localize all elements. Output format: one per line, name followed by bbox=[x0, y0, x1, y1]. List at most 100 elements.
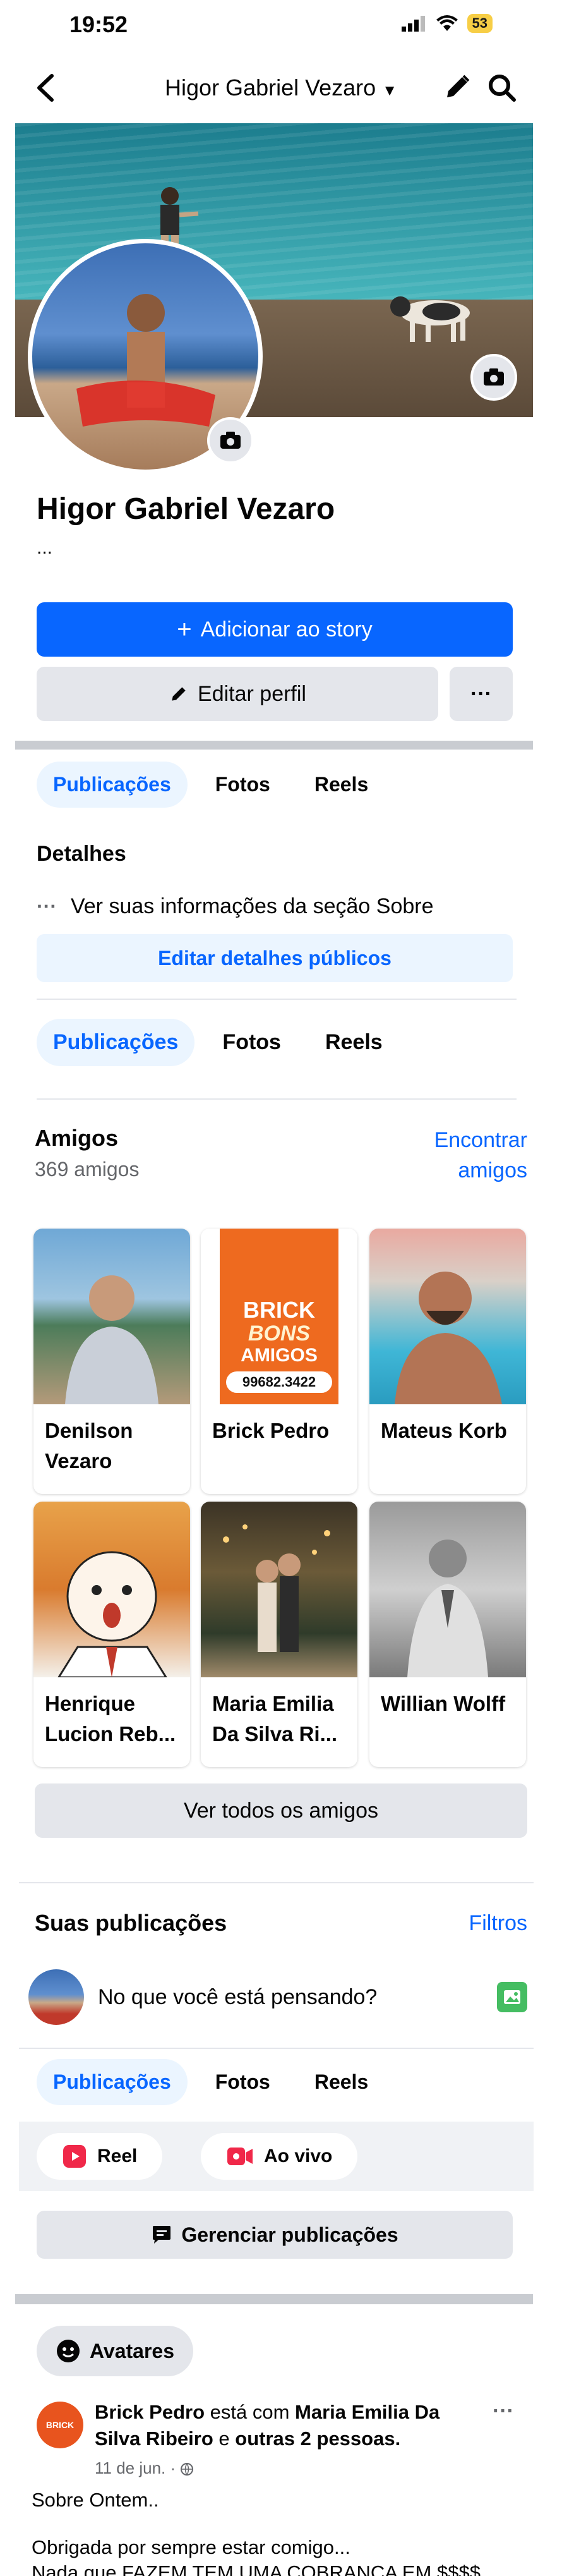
signal-icon bbox=[401, 16, 425, 32]
avatar-camera-button[interactable] bbox=[207, 417, 254, 464]
camera-icon bbox=[220, 432, 241, 449]
live-video-icon bbox=[227, 2148, 253, 2165]
friend-photo bbox=[369, 1502, 526, 1677]
post-text-line3: Nada que FAZEM TEM UMA COBRANCA EM $$$$ … bbox=[32, 2561, 497, 2576]
tab-publicacoes[interactable]: Publicações bbox=[37, 2059, 188, 2105]
section-divider bbox=[15, 741, 533, 750]
more-options-button[interactable]: ··· bbox=[450, 667, 513, 721]
chat-lines-icon bbox=[153, 2226, 171, 2244]
find-friends-line2: amigos bbox=[458, 1158, 527, 1182]
friend-card[interactable]: Denilson Vezaro bbox=[33, 1229, 190, 1494]
create-chip-bar: Reel Ao vivo bbox=[19, 2122, 534, 2191]
friend-name: Mateus Korb bbox=[381, 1419, 507, 1442]
friend-name: Brick Pedro bbox=[212, 1419, 330, 1442]
edit-profile-label: Editar perfil bbox=[198, 681, 306, 706]
edit-pencil-button[interactable] bbox=[442, 72, 472, 106]
reel-label: Reel bbox=[97, 2146, 138, 2166]
search-button[interactable] bbox=[486, 72, 518, 107]
post-meta: 11 de jun. · bbox=[95, 2458, 194, 2478]
post-text-line2: Obrigada por sempre estar comigo... bbox=[32, 2536, 350, 2558]
edit-public-details-button[interactable]: Editar detalhes públicos bbox=[37, 934, 513, 982]
friend-card[interactable]: Willian Wolff bbox=[369, 1502, 526, 1767]
anime-figure bbox=[57, 1551, 168, 1679]
caret-down-icon: ▼ bbox=[382, 82, 397, 99]
brick-logo-line3: AMIGOS bbox=[241, 1345, 318, 1366]
tab-reels[interactable]: Reels bbox=[309, 1019, 399, 1066]
brick-logo: BRICK BONS AMIGOS 99682.3422 bbox=[220, 1229, 338, 1404]
post-date: 11 de jun. · bbox=[95, 2458, 176, 2477]
tab-reels[interactable]: Reels bbox=[298, 2059, 385, 2105]
live-chip[interactable]: Ao vivo bbox=[201, 2133, 358, 2180]
avatar bbox=[28, 1969, 84, 2025]
tab-publicacoes[interactable]: Publicações bbox=[37, 1019, 195, 1066]
person-figure bbox=[407, 1540, 488, 1677]
friend-photo bbox=[33, 1502, 190, 1679]
friend-photo bbox=[201, 1502, 357, 1677]
reel-chip[interactable]: Reel bbox=[37, 2133, 163, 2180]
brick-logo-line1: BRICK bbox=[243, 1297, 315, 1323]
post-author-avatar[interactable]: BRICK bbox=[37, 2402, 83, 2448]
find-friends-link[interactable]: Encontrar amigos bbox=[434, 1125, 527, 1186]
tab-fotos[interactable]: Fotos bbox=[199, 762, 287, 808]
status-bar: 19:52 53 bbox=[0, 0, 562, 56]
friend-card[interactable]: Mateus Korb bbox=[369, 1229, 526, 1494]
tab-fotos[interactable]: Fotos bbox=[206, 1019, 297, 1066]
photo-icon[interactable] bbox=[497, 1982, 527, 2012]
divider bbox=[37, 1098, 517, 1100]
friend-photo bbox=[33, 1229, 190, 1404]
add-story-button[interactable]: + Adicionar ao story bbox=[37, 602, 513, 657]
see-about-row[interactable]: ··· Ver suas informações da seção Sobre bbox=[37, 894, 434, 919]
content-tabs: Publicações Fotos Reels bbox=[37, 1019, 399, 1066]
friend-name: Willian Wolff bbox=[381, 1692, 506, 1715]
tab-fotos[interactable]: Fotos bbox=[199, 2059, 287, 2105]
friend-photo: BRICK BONS AMIGOS 99682.3422 bbox=[201, 1229, 357, 1404]
search-icon bbox=[489, 75, 516, 102]
status-icons: 53 bbox=[401, 14, 493, 33]
see-about-label: Ver suas informações da seção Sobre bbox=[70, 894, 434, 918]
avatars-chip[interactable]: Avatares bbox=[37, 2326, 194, 2376]
friends-count: 369 amigos bbox=[35, 1158, 140, 1181]
post-author[interactable]: Brick Pedro bbox=[95, 2401, 205, 2423]
post-others[interactable]: outras 2 pessoas. bbox=[235, 2427, 400, 2450]
find-friends-line1: Encontrar bbox=[434, 1128, 527, 1152]
friend-name: Henrique Lucion Reb... bbox=[45, 1692, 176, 1746]
more-dots-icon: ··· bbox=[470, 681, 492, 706]
tab-publicacoes[interactable]: Publicações bbox=[37, 762, 188, 808]
edit-profile-button[interactable]: Editar perfil bbox=[37, 667, 438, 721]
posts-tabs: Publicações Fotos Reels bbox=[37, 2059, 385, 2105]
friend-name: Denilson Vezaro bbox=[45, 1419, 133, 1473]
status-time: 19:52 bbox=[69, 11, 128, 37]
friends-title: Amigos bbox=[35, 1125, 119, 1151]
post-header: Brick Pedro está com Maria Emilia Da Sil… bbox=[95, 2399, 486, 2452]
profile-tabs: Publicações Fotos Reels bbox=[37, 762, 385, 808]
dog-figure bbox=[390, 296, 470, 342]
profile-switcher[interactable]: Higor Gabriel Vezaro ▼ bbox=[0, 75, 562, 101]
friend-card[interactable]: Henrique Lucion Reb... bbox=[33, 1502, 190, 1767]
add-story-label: Adicionar ao story bbox=[200, 617, 373, 641]
live-label: Ao vivo bbox=[264, 2146, 333, 2166]
filters-link[interactable]: Filtros bbox=[469, 1911, 527, 1936]
friend-card[interactable]: Maria Emilia Da Silva Ri... bbox=[201, 1502, 357, 1767]
divider bbox=[37, 999, 517, 1000]
post-composer[interactable]: No que você está pensando? bbox=[28, 1965, 527, 2029]
divider bbox=[19, 1882, 534, 1883]
friend-name: Maria Emilia Da Silva Ri... bbox=[212, 1692, 338, 1746]
post-options-button[interactable]: ··· bbox=[493, 2399, 514, 2424]
reel-icon bbox=[63, 2145, 86, 2168]
couple-figure bbox=[223, 1524, 330, 1652]
battery-indicator: 53 bbox=[467, 14, 493, 33]
manage-posts-label: Gerenciar publicações bbox=[181, 2223, 398, 2246]
more-dots-icon: ··· bbox=[37, 895, 57, 918]
section-divider bbox=[15, 2294, 533, 2304]
person-figure bbox=[65, 1275, 158, 1404]
post-text-line1: Sobre Ontem.. bbox=[32, 2489, 159, 2511]
details-title: Detalhes bbox=[37, 842, 126, 866]
avatar-face-icon bbox=[57, 2340, 80, 2362]
brick-logo-phone: 99682.3422 bbox=[226, 1371, 332, 1393]
friend-card[interactable]: BRICK BONS AMIGOS 99682.3422 Brick Pedro bbox=[201, 1229, 357, 1494]
cover-camera-button[interactable] bbox=[470, 354, 517, 401]
tab-reels[interactable]: Reels bbox=[298, 762, 385, 808]
posts-title: Suas publicações bbox=[35, 1910, 227, 1936]
see-all-friends-button[interactable]: Ver todos os amigos bbox=[35, 1783, 527, 1838]
manage-posts-button[interactable]: Gerenciar publicações bbox=[37, 2211, 513, 2259]
